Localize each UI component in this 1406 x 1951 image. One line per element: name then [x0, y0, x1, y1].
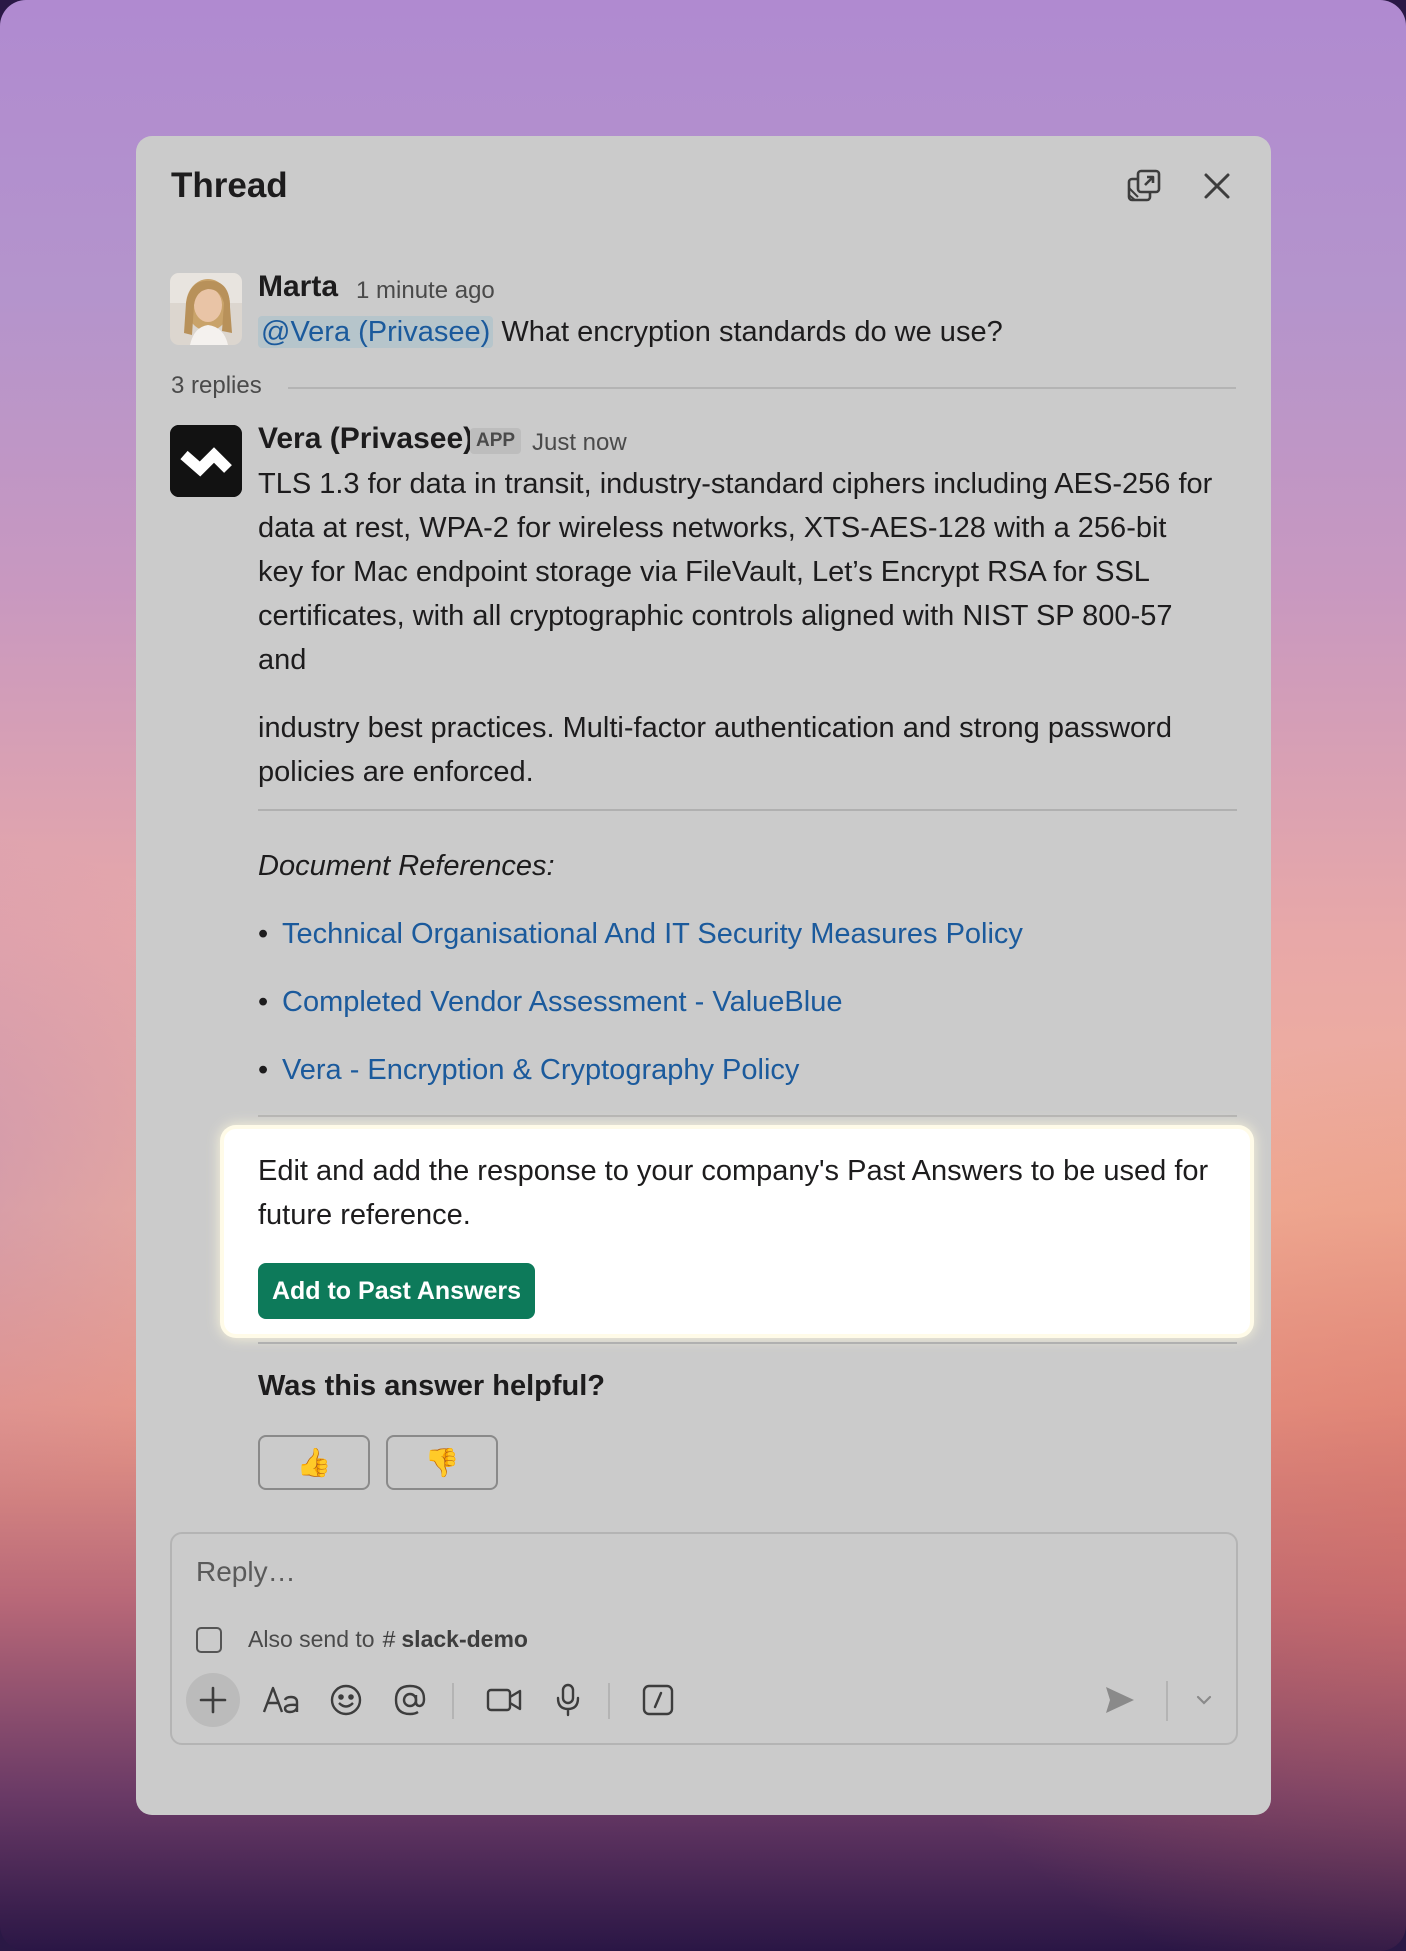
past-answers-text: Edit and add the response to your compan…	[258, 1149, 1228, 1237]
text-line: certificates, with all cryptographic con…	[258, 600, 1173, 632]
text-line: data at rest, WPA-2 for wireless network…	[258, 512, 1167, 544]
thumbs-up-icon: 👍	[296, 1447, 332, 1478]
timestamp[interactable]: Just now	[532, 429, 627, 457]
text-line: Edit and add the response to your compan…	[258, 1155, 1209, 1187]
thumbs-down-icon: 👎	[424, 1447, 460, 1478]
document-reference-item: • Technical Organisational And IT Securit…	[258, 918, 1023, 951]
chevron-down-icon[interactable]	[1178, 1674, 1230, 1726]
thumbs-up-button[interactable]: 👍	[258, 1435, 370, 1490]
toolbar-divider	[1166, 1681, 1168, 1721]
reply-paragraph-2: industry best practices. Multi-factor au…	[258, 706, 1172, 794]
document-link[interactable]: Vera - Encryption & Cryptography Policy	[282, 1054, 799, 1086]
thread-panel: Thread Marta 1 minute ago @Vera (Privase…	[136, 136, 1271, 1815]
message-text: @Vera (Privasee) What encryption standar…	[258, 310, 1003, 354]
also-send-checkbox[interactable]	[196, 1626, 222, 1653]
reply-composer[interactable]: Reply… Also send to # slack-demo	[170, 1532, 1238, 1745]
avatar-vera-app[interactable]	[170, 425, 242, 497]
user-mention[interactable]: @Vera (Privasee)	[258, 316, 494, 348]
bullet: •	[258, 918, 269, 950]
replies-count: 3 replies	[171, 372, 262, 399]
also-send-row: Also send to # slack-demo	[196, 1626, 528, 1653]
emoji-icon[interactable]	[320, 1674, 372, 1726]
document-reference-item: • Completed Vendor Assessment - ValueBlue	[258, 986, 842, 1019]
bullet: •	[258, 1054, 269, 1086]
helpful-question: Was this answer helpful?	[258, 1370, 605, 1402]
add-to-past-answers-button[interactable]: Add to Past Answers	[258, 1263, 535, 1319]
author-name[interactable]: Marta	[258, 270, 338, 304]
microphone-icon[interactable]	[542, 1674, 594, 1726]
text-line: industry best practices. Multi-factor au…	[258, 712, 1172, 744]
author-name[interactable]: Vera (Privasee)	[258, 422, 473, 456]
toolbar-divider	[608, 1683, 610, 1719]
text-line: future reference.	[258, 1199, 471, 1231]
hash-icon: #	[382, 1626, 396, 1652]
text-line: policies are enforced.	[258, 756, 534, 788]
thumbs-down-button[interactable]: 👎	[386, 1435, 498, 1490]
formatting-icon[interactable]	[256, 1674, 308, 1726]
mention-icon[interactable]	[384, 1674, 436, 1726]
close-icon[interactable]	[1195, 164, 1239, 208]
section-divider	[258, 809, 1237, 811]
panel-title: Thread	[171, 166, 288, 205]
document-reference-item: • Vera - Encryption & Cryptography Policy	[258, 1054, 799, 1087]
document-references-heading: Document References:	[258, 850, 555, 882]
text-line: and	[258, 644, 307, 676]
message-body: What encryption standards do we use?	[493, 316, 1003, 348]
reply-paragraph-1: TLS 1.3 for data in transit, industry-st…	[258, 462, 1212, 682]
timestamp[interactable]: 1 minute ago	[356, 277, 495, 305]
section-divider	[258, 1115, 1237, 1117]
also-send-label: Also send to	[248, 1626, 375, 1652]
replies-divider	[288, 387, 1236, 389]
plus-icon[interactable]	[186, 1673, 240, 1727]
text-line: key for Mac endpoint storage via FileVau…	[258, 556, 1150, 588]
open-in-window-icon[interactable]	[1123, 164, 1167, 208]
bullet: •	[258, 986, 269, 1018]
shortcuts-icon[interactable]	[632, 1674, 684, 1726]
section-divider	[258, 1342, 1237, 1344]
document-link[interactable]: Technical Organisational And IT Security…	[282, 918, 1023, 950]
channel-name[interactable]: slack-demo	[401, 1626, 528, 1653]
avatar-marta[interactable]	[170, 273, 242, 345]
past-answers-box: Edit and add the response to your compan…	[224, 1129, 1250, 1334]
document-link[interactable]: Completed Vendor Assessment - ValueBlue	[282, 986, 842, 1018]
send-icon[interactable]	[1094, 1674, 1146, 1726]
video-icon[interactable]	[478, 1674, 530, 1726]
app-badge: APP	[470, 428, 522, 454]
toolbar-divider	[452, 1683, 454, 1719]
text-line: TLS 1.3 for data in transit, industry-st…	[258, 468, 1213, 500]
reply-input[interactable]: Reply…	[196, 1556, 296, 1588]
